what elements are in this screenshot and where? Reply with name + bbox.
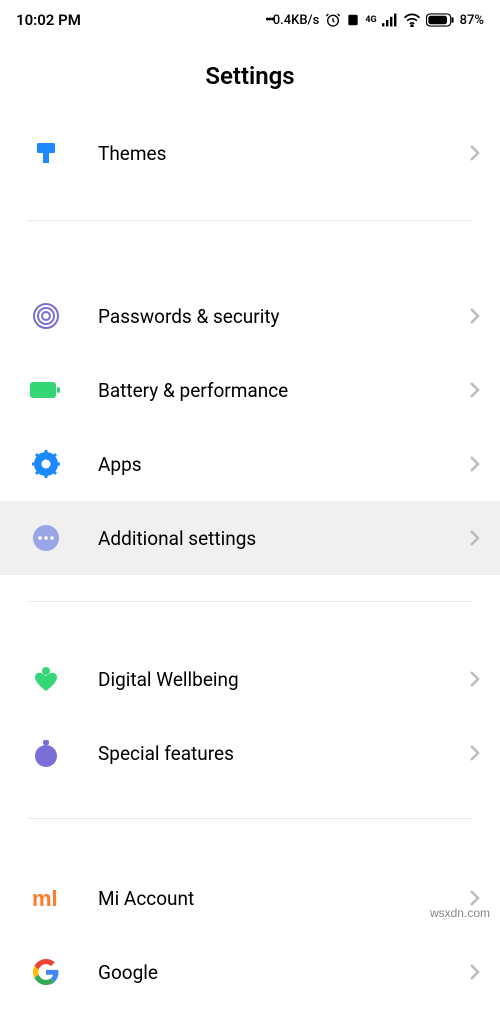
row-label: Themes (98, 142, 468, 165)
chevron-right-icon (468, 143, 480, 163)
status-time: 10:02 PM (16, 11, 81, 29)
row-special-features[interactable]: Special features (0, 716, 500, 790)
row-passwords-security[interactable]: Passwords & security (0, 279, 500, 353)
status-right: •••0.4KB/s 4G 87% (265, 12, 484, 28)
watermark: wsxdn.com (430, 906, 490, 920)
battery-perf-icon (28, 372, 64, 408)
chevron-right-icon (468, 528, 480, 548)
mi-icon: ml (28, 880, 64, 916)
row-themes[interactable]: Themes (0, 116, 500, 190)
row-label: Apps (98, 453, 468, 476)
signal-icon (382, 13, 398, 27)
special-icon (28, 735, 64, 771)
row-label: Digital Wellbeing (98, 668, 468, 691)
network-type: 4G (365, 16, 376, 25)
row-label: Special features (98, 742, 468, 765)
chevron-right-icon (468, 454, 480, 474)
chevron-right-icon (468, 962, 480, 982)
wifi-icon (403, 13, 421, 27)
row-label: Additional settings (98, 527, 468, 550)
status-icons: 4G (325, 12, 453, 28)
row-battery-performance[interactable]: Battery & performance (0, 353, 500, 427)
row-apps[interactable]: Apps (0, 427, 500, 501)
row-label: Passwords & security (98, 305, 468, 328)
alarm-icon (325, 12, 341, 28)
settings-list: Themes Passwords & security Battery & pe… (0, 116, 500, 1009)
fingerprint-icon (28, 298, 64, 334)
chevron-right-icon (468, 743, 480, 763)
row-label: Battery & performance (98, 379, 468, 402)
chevron-right-icon (468, 669, 480, 689)
wellbeing-icon (28, 661, 64, 697)
battery-icon (426, 13, 454, 27)
row-digital-wellbeing[interactable]: Digital Wellbeing (0, 642, 500, 716)
chevron-right-icon (468, 306, 480, 326)
row-label: Mi Account (98, 887, 468, 910)
apps-icon (28, 446, 64, 482)
row-label: Google (98, 961, 468, 984)
google-icon (28, 954, 64, 990)
chevron-right-icon (468, 380, 480, 400)
page-title: Settings (0, 40, 500, 116)
row-google[interactable]: Google (0, 935, 500, 1009)
net-speed: •••0.4KB/s (265, 13, 319, 28)
more-icon (28, 520, 64, 556)
sim-icon (346, 13, 360, 27)
battery-percent: 87% (460, 13, 484, 28)
chevron-right-icon (468, 888, 480, 908)
row-additional-settings[interactable]: Additional settings (0, 501, 500, 575)
themes-icon (28, 135, 64, 171)
svg-text:ml: ml (32, 886, 58, 911)
status-bar: 10:02 PM •••0.4KB/s 4G 87% (0, 0, 500, 40)
row-mi-account[interactable]: ml Mi Account (0, 861, 500, 935)
